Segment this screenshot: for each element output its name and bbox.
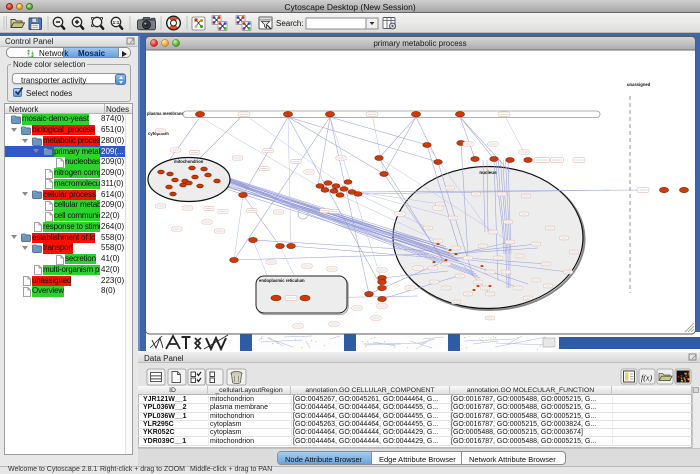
svg-text:mitochondrion: mitochondrion	[174, 159, 204, 164]
svg-text:plasma membrane: plasma membrane	[147, 111, 184, 116]
svg-text:1:1: 1:1	[113, 20, 120, 25]
svg-text:Search:: Search:	[276, 19, 304, 28]
svg-text:nucleus: nucleus	[479, 170, 497, 175]
svg-text:endoplasmic reticulum: endoplasmic reticulum	[259, 278, 305, 283]
svg-text:unassigned: unassigned	[627, 82, 651, 87]
svg-text:primary metabolic process: primary metabolic process	[373, 39, 466, 48]
svg-text:f(x): f(x)	[641, 374, 652, 383]
